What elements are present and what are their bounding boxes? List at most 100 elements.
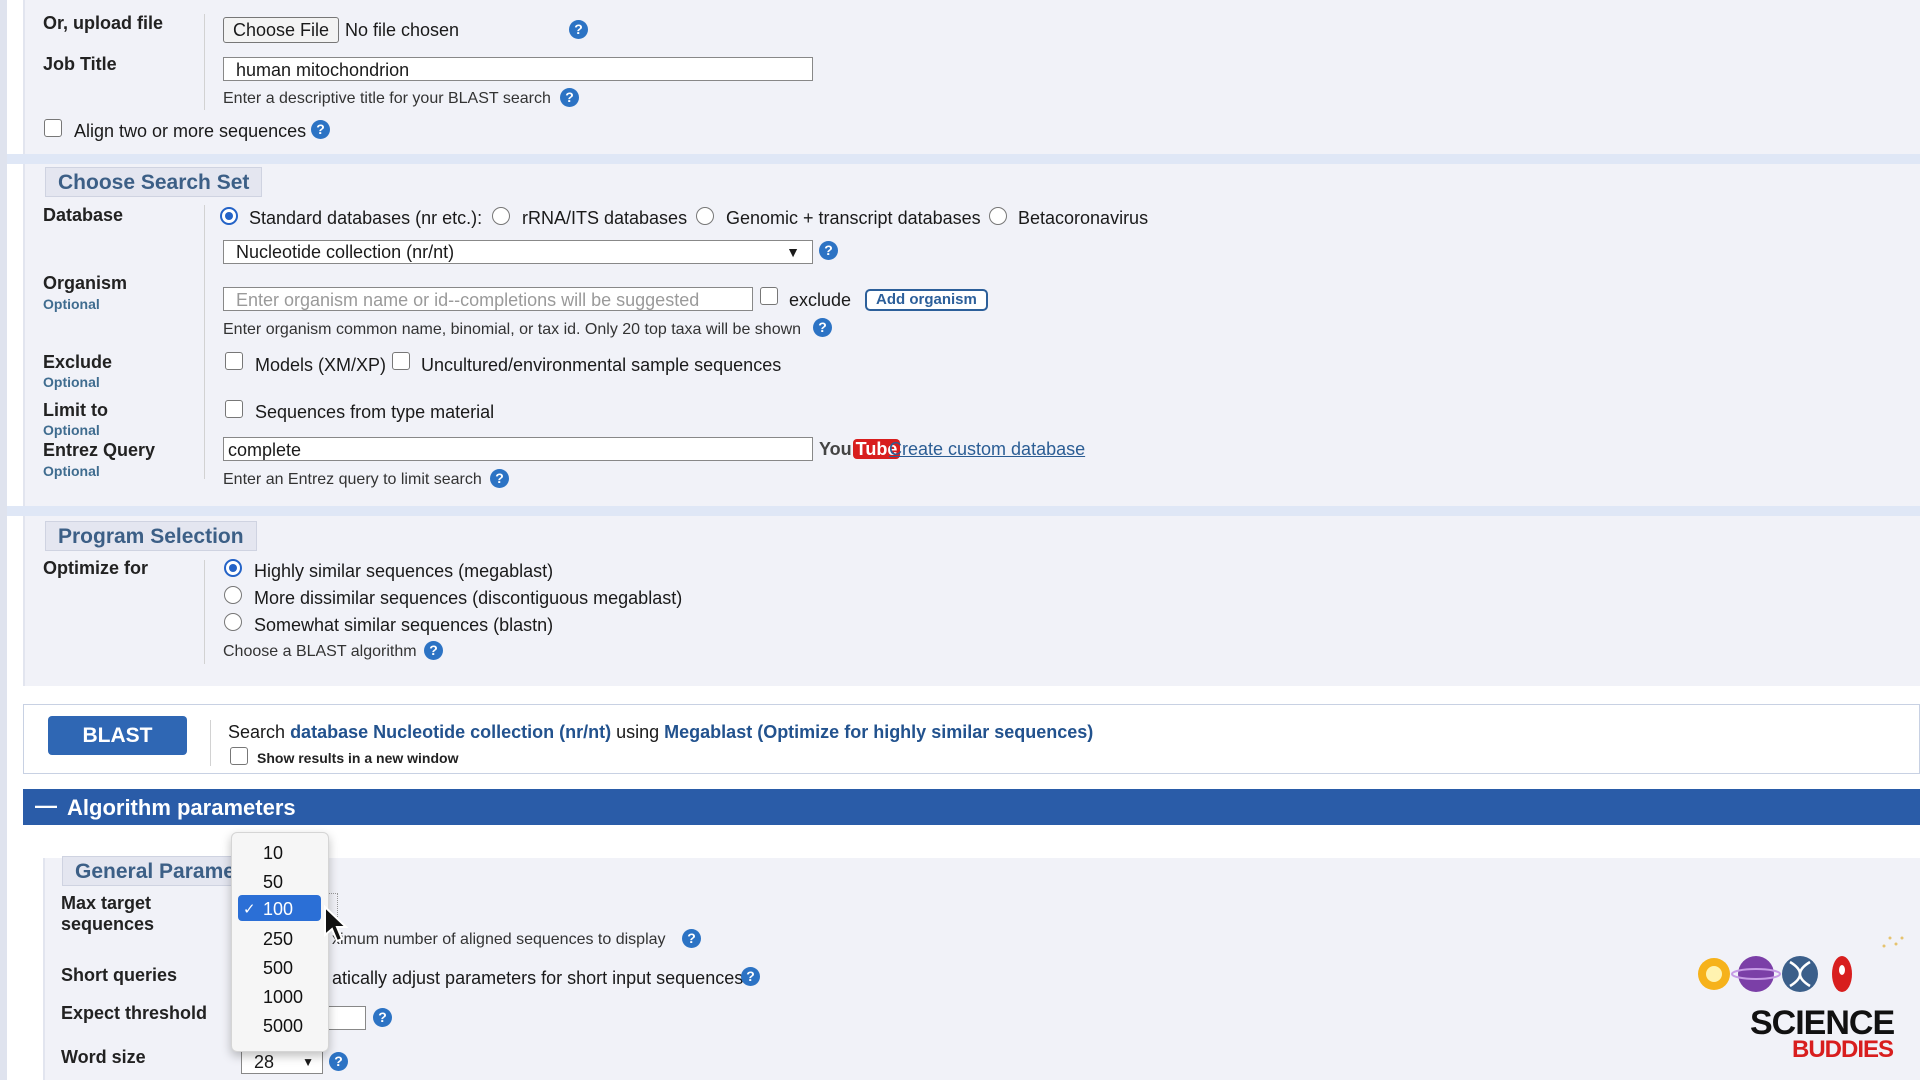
logo-icons: [1698, 936, 1904, 992]
divider: [210, 720, 211, 766]
left-gutter: [0, 0, 7, 1080]
radio-blastn[interactable]: [224, 613, 242, 631]
word-size-label: Word size: [61, 1047, 146, 1067]
exclude-organism-label: exclude: [789, 290, 852, 310]
optimize-label: Optimize for: [43, 558, 149, 578]
database-select[interactable]: Nucleotide collection (nr/nt) ▼: [223, 240, 813, 264]
help-icon[interactable]: ?: [682, 929, 701, 948]
radio-standard-db[interactable]: [220, 207, 238, 225]
program-option-megablast: Highly similar sequences (megablast): [254, 561, 554, 581]
logo-text-buddies: BUDDIES: [1792, 1036, 1894, 1063]
type-material-checkbox[interactable]: [225, 400, 243, 418]
divider: [204, 560, 205, 664]
limit-optional: Optional: [43, 422, 100, 438]
search-set-title: Choose Search Set: [45, 167, 263, 197]
help-icon[interactable]: ?: [424, 641, 443, 660]
section-separator: [7, 154, 1920, 164]
general-params-title: General Parame: [62, 856, 242, 886]
entrez-optional: Optional: [43, 463, 100, 479]
blast-summary-using: using: [616, 722, 660, 742]
exclude-organism-checkbox[interactable]: [760, 287, 778, 305]
word-size-value: 28: [254, 1052, 275, 1072]
database-select-value: Nucleotide collection (nr/nt): [236, 242, 455, 262]
chevron-down-icon: ▼: [786, 244, 800, 260]
dropdown-option[interactable]: 1000: [263, 987, 303, 1008]
models-checkbox[interactable]: [225, 352, 243, 370]
program-option-blastn: Somewhat similar sequences (blastn): [254, 615, 554, 635]
radio-rrna-db[interactable]: [492, 207, 510, 225]
file-status: No file chosen: [345, 20, 460, 40]
help-icon[interactable]: ?: [819, 241, 838, 260]
dropdown-option[interactable]: 5000: [263, 1016, 303, 1037]
help-icon[interactable]: ?: [311, 120, 330, 139]
models-label: Models (XM/XP): [255, 355, 387, 375]
short-queries-label: Short queries: [61, 965, 178, 985]
short-queries-hint: atically adjust parameters for short inp…: [332, 968, 744, 988]
db-option-genomic: Genomic + transcript databases: [726, 208, 981, 228]
algorithm-parameters-header[interactable]: — Algorithm parameters: [23, 789, 1920, 825]
help-icon[interactable]: ?: [569, 20, 588, 39]
db-option-standard: Standard databases (nr etc.):: [249, 208, 483, 228]
help-icon[interactable]: ?: [490, 469, 509, 488]
max-target-hint: ximum number of aligned sequences to dis…: [332, 931, 666, 948]
help-icon[interactable]: ?: [373, 1008, 392, 1027]
radio-megablast[interactable]: [224, 559, 242, 577]
organism-hint: Enter organism common name, binomial, or…: [223, 321, 802, 338]
job-title-input[interactable]: human mitochondrion: [223, 57, 813, 81]
radio-dc-megablast[interactable]: [224, 586, 242, 604]
uncultured-checkbox[interactable]: [392, 352, 410, 370]
db-option-rrna: rRNA/ITS databases: [522, 208, 688, 228]
expect-threshold-label: Expect threshold: [61, 1003, 208, 1023]
help-icon[interactable]: ?: [329, 1052, 348, 1071]
max-target-dropdown[interactable]: 10 50 ✓ 100 250 500 1000 5000: [231, 832, 329, 1052]
algorithm-title: Algorithm parameters: [67, 795, 296, 820]
organism-placeholder: Enter organism name or id--completions w…: [236, 290, 700, 310]
database-label: Database: [43, 205, 124, 225]
new-window-checkbox[interactable]: [230, 747, 248, 765]
max-target-label-line1: Max target: [61, 893, 152, 913]
entrez-input[interactable]: complete: [223, 437, 813, 461]
align-label: Align two or more sequences: [74, 121, 307, 141]
exclude-label: Exclude: [43, 352, 113, 372]
science-buddies-logo: SCIENCE BUDDIES: [1690, 930, 1910, 1063]
dropdown-option-selected[interactable]: 100: [263, 899, 293, 920]
help-icon[interactable]: ?: [560, 88, 579, 107]
organism-label: Organism: [43, 273, 128, 293]
word-size-select[interactable]: 28 ▼: [241, 1050, 323, 1074]
section-separator: [7, 506, 1920, 516]
choose-file-button[interactable]: Choose File: [223, 17, 340, 43]
organism-input[interactable]: Enter organism name or id--completions w…: [223, 287, 753, 311]
job-title-label: Job Title: [43, 54, 117, 74]
blast-summary-algo: Megablast (Optimize for highly similar s…: [664, 722, 1094, 742]
entrez-hint: Enter an Entrez query to limit search: [223, 471, 482, 488]
dropdown-option[interactable]: 10: [263, 843, 283, 864]
divider: [204, 14, 205, 110]
mouse-cursor-icon: [324, 905, 349, 943]
max-target-label-line2: sequences: [61, 914, 155, 934]
add-organism-button[interactable]: Add organism: [865, 289, 988, 311]
collapse-icon[interactable]: —: [35, 793, 57, 819]
align-checkbox[interactable]: [44, 119, 62, 137]
program-title: Program Selection: [45, 521, 257, 551]
max-target-label: Max target sequences: [61, 893, 154, 935]
blast-summary: Search database Nucleotide collection (n…: [228, 722, 1093, 743]
radio-betacoronavirus[interactable]: [989, 207, 1007, 225]
divider: [204, 205, 205, 479]
type-material-label: Sequences from type material: [255, 402, 495, 422]
dropdown-option[interactable]: 500: [263, 958, 293, 979]
chevron-down-icon: ▼: [302, 1055, 314, 1069]
check-icon: ✓: [243, 901, 256, 918]
limit-label: Limit to: [43, 400, 108, 420]
youtube-you: You: [819, 439, 852, 459]
dropdown-option[interactable]: 50: [263, 872, 283, 893]
blast-button[interactable]: BLAST: [48, 716, 187, 755]
organism-optional: Optional: [43, 296, 100, 312]
help-icon[interactable]: ?: [813, 318, 832, 337]
radio-genomic-db[interactable]: [696, 207, 714, 225]
help-icon[interactable]: ?: [741, 967, 760, 986]
dropdown-option[interactable]: 250: [263, 929, 293, 950]
entrez-label: Entrez Query: [43, 440, 156, 460]
blast-summary-db: database Nucleotide collection (nr/nt): [290, 722, 612, 742]
create-custom-database-link[interactable]: Create custom database: [889, 439, 1085, 460]
exclude-optional: Optional: [43, 374, 100, 390]
